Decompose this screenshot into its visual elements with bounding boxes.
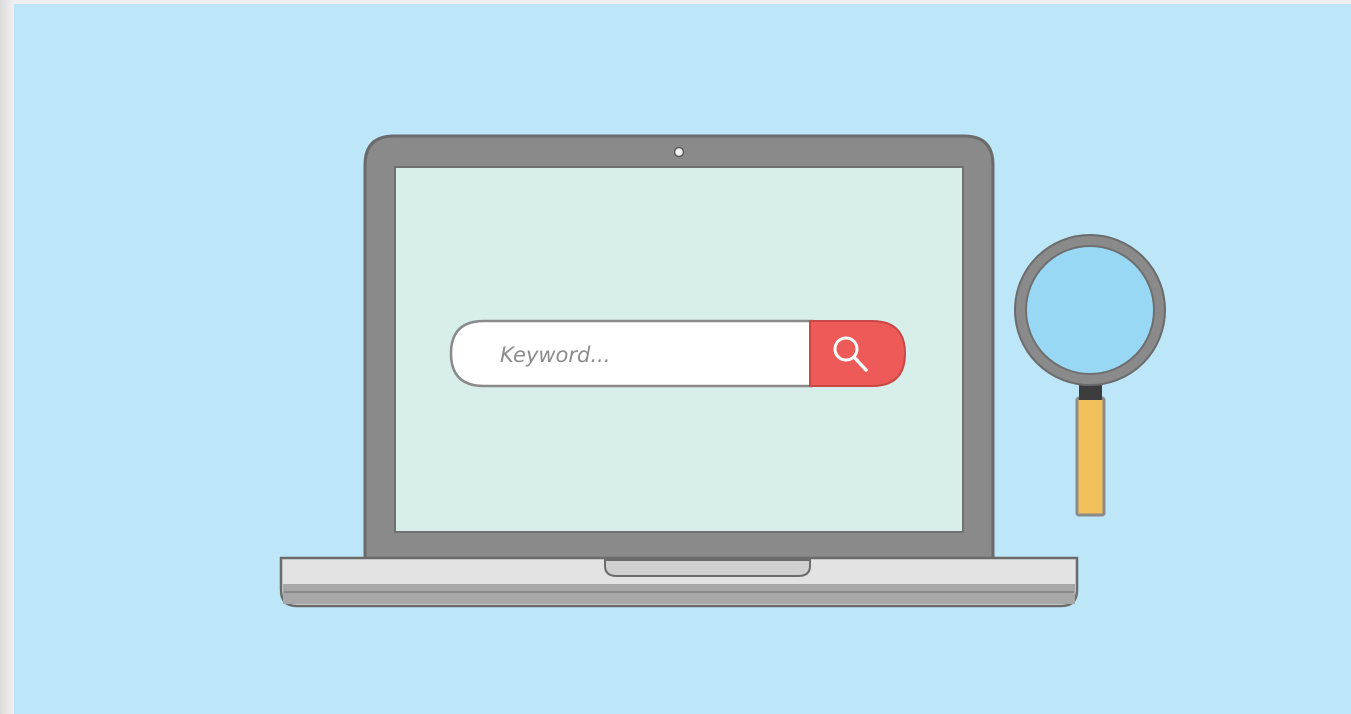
search-placeholder: Keyword... [500,343,610,367]
magnifying-glass-icon [1014,234,1166,517]
laptop-search-illustration: Keyword... [279,134,1166,608]
search-button[interactable] [809,320,907,387]
search-bar[interactable]: Keyword... [449,319,907,388]
webcam-icon [673,146,685,158]
laptop-trackpad-notch [604,559,811,577]
laptop-base [279,556,1079,608]
image-frame: Keyword... [0,0,1351,714]
